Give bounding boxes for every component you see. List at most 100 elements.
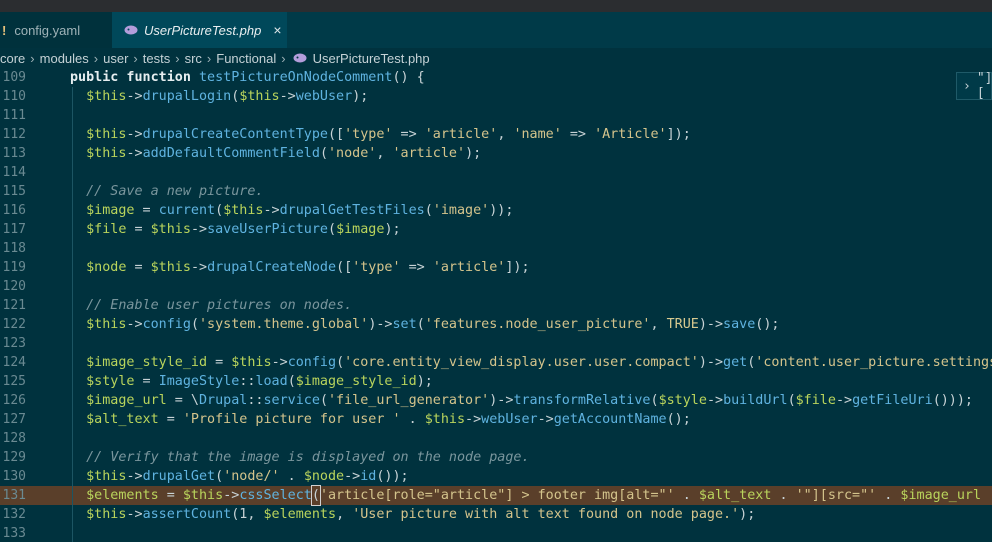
php-icon bbox=[124, 25, 138, 35]
code-line[interactable]: 125 $style = ImageStyle::load($image_sty… bbox=[0, 372, 992, 391]
line-number: 112 bbox=[2, 127, 26, 142]
code-line[interactable]: 119 $node = $this->drupalCreateNode(['ty… bbox=[0, 258, 992, 277]
breadcrumb-item[interactable]: src bbox=[185, 51, 202, 66]
code-line[interactable]: 124 $image_style_id = $this->config('cor… bbox=[0, 353, 992, 372]
line-number: 123 bbox=[2, 336, 26, 351]
code-line[interactable]: 123 bbox=[0, 334, 992, 353]
code-text: $this->drupalLogin($this->webUser); bbox=[86, 89, 369, 104]
code-text: $this->assertCount(1, $elements, 'User p… bbox=[86, 507, 756, 522]
code-text: // Enable user pictures on nodes. bbox=[70, 298, 353, 313]
code-line[interactable]: 114 bbox=[0, 163, 992, 182]
tab-bar: ! config.yaml UserPictureTest.php × bbox=[0, 12, 992, 48]
line-number: 125 bbox=[2, 374, 26, 389]
line-number: 120 bbox=[2, 279, 26, 294]
chevron-right-icon: › bbox=[206, 50, 212, 66]
code-line[interactable]: 115 // Save a new picture. bbox=[0, 182, 992, 201]
code-text: $image_url = \Drupal::service('file_url_… bbox=[86, 393, 973, 408]
code-text: $this->drupalCreateContentType(['type' =… bbox=[86, 127, 691, 142]
indent-guide bbox=[72, 429, 73, 448]
warning-icon: ! bbox=[2, 22, 7, 38]
code-line[interactable]: 130 $this->drupalGet('node/' . $node->id… bbox=[0, 467, 992, 486]
breadcrumb: core › modules › user › tests › src › Fu… bbox=[0, 48, 992, 68]
chevron-right-icon: › bbox=[175, 50, 180, 66]
code-line[interactable]: 109 public function testPictureOnNodeComm… bbox=[0, 68, 992, 87]
code-text: $this->addDefaultCommentField('node', 'a… bbox=[86, 146, 482, 161]
code-line[interactable]: 120 bbox=[0, 277, 992, 296]
code-text: $image = current($this->drupalGetTestFil… bbox=[86, 203, 514, 218]
code-line[interactable]: 121 // Enable user pictures on nodes. bbox=[0, 296, 992, 315]
close-icon[interactable]: × bbox=[273, 22, 281, 38]
code-text: $node = $this->drupalCreateNode(['type' … bbox=[86, 260, 530, 275]
indent-guide bbox=[72, 277, 73, 296]
line-number: 118 bbox=[2, 241, 26, 256]
breadcrumb-item[interactable]: user bbox=[103, 51, 128, 66]
line-number: 116 bbox=[2, 203, 26, 218]
indent-guide bbox=[72, 334, 73, 353]
code-line[interactable]: 129 // Verify that the image is displaye… bbox=[0, 448, 992, 467]
chevron-right-icon: › bbox=[281, 50, 286, 66]
code-line[interactable]: 133 bbox=[0, 524, 992, 542]
line-number: 124 bbox=[2, 355, 26, 370]
tab-config-yaml[interactable]: ! config.yaml bbox=[0, 12, 112, 48]
code-line[interactable]: 117 $file = $this->saveUserPicture($imag… bbox=[0, 220, 992, 239]
code-line[interactable]: 112 $this->drupalCreateContentType(['typ… bbox=[0, 125, 992, 144]
code-text: $file = $this->saveUserPicture($image); bbox=[86, 222, 401, 237]
tab-label: config.yaml bbox=[14, 22, 81, 38]
line-number: 122 bbox=[2, 317, 26, 332]
line-number: 131 bbox=[2, 488, 26, 503]
line-number: 128 bbox=[2, 431, 26, 446]
line-number: 114 bbox=[2, 165, 26, 180]
code-line[interactable]: 122 $this->config('system.theme.global')… bbox=[0, 315, 992, 334]
find-input[interactable]: "][ bbox=[977, 71, 992, 101]
code-line[interactable]: 110 $this->drupalLogin($this->webUser); bbox=[0, 87, 992, 106]
breadcrumb-item[interactable]: modules bbox=[40, 51, 89, 66]
code-text: $image_style_id = $this->config('core.en… bbox=[86, 355, 992, 370]
php-icon bbox=[293, 53, 307, 63]
line-number: 110 bbox=[2, 89, 26, 104]
indent-guide bbox=[72, 524, 73, 542]
line-number: 117 bbox=[2, 222, 26, 237]
line-number: 130 bbox=[2, 469, 26, 484]
code-line[interactable]: 128 bbox=[0, 429, 992, 448]
code-editor[interactable]: 109 public function testPictureOnNodeComm… bbox=[0, 68, 992, 542]
tab-userpicturetest-php[interactable]: UserPictureTest.php × bbox=[112, 12, 287, 48]
code-line[interactable]: 111 bbox=[0, 106, 992, 125]
code-line[interactable]: 113 $this->addDefaultCommentField('node'… bbox=[0, 144, 992, 163]
line-number: 133 bbox=[2, 526, 26, 541]
tab-label: UserPictureTest.php bbox=[144, 22, 262, 38]
line-number: 126 bbox=[2, 393, 26, 408]
code-line[interactable]: 116 $image = current($this->drupalGetTes… bbox=[0, 201, 992, 220]
breadcrumb-item[interactable]: core bbox=[0, 51, 25, 66]
code-line[interactable]: 118 bbox=[0, 239, 992, 258]
line-number: 113 bbox=[2, 146, 26, 161]
code-text: $elements = $this->cssSelect('article[ro… bbox=[86, 485, 992, 506]
breadcrumb-item[interactable]: tests bbox=[143, 51, 170, 66]
code-line[interactable]: 127 $alt_text = 'Profile picture for use… bbox=[0, 410, 992, 429]
code-text: // Verify that the image is displayed on… bbox=[70, 450, 530, 465]
code-text: public function testPictureOnNodeComment… bbox=[70, 70, 425, 85]
title-strip bbox=[0, 0, 992, 12]
code-text: $this->drupalGet('node/' . $node->id()); bbox=[86, 469, 409, 484]
code-text: $style = ImageStyle::load($image_style_i… bbox=[86, 374, 433, 389]
code-text: $this->config('system.theme.global')->se… bbox=[86, 317, 780, 332]
find-widget[interactable]: › "][ bbox=[956, 71, 992, 101]
line-number: 115 bbox=[2, 184, 26, 199]
chevron-right-icon[interactable]: › bbox=[963, 79, 971, 94]
indent-guide bbox=[72, 239, 73, 258]
line-number: 109 bbox=[2, 70, 26, 85]
code-line[interactable]: 126 $image_url = \Drupal::service('file_… bbox=[0, 391, 992, 410]
breadcrumb-item[interactable]: Functional bbox=[216, 51, 276, 66]
code-text: // Save a new picture. bbox=[70, 184, 264, 199]
line-number: 121 bbox=[2, 298, 26, 313]
chevron-right-icon: › bbox=[133, 50, 138, 66]
code-line[interactable]: 131 $elements = $this->cssSelect('articl… bbox=[0, 485, 992, 506]
code-line[interactable]: 132 $this->assertCount(1, $elements, 'Us… bbox=[0, 505, 992, 524]
line-number: 127 bbox=[2, 412, 26, 427]
line-number: 119 bbox=[2, 260, 26, 275]
chevron-right-icon: › bbox=[93, 50, 99, 66]
code-text: $alt_text = 'Profile picture for user ' … bbox=[86, 412, 691, 427]
breadcrumb-item[interactable]: UserPictureTest.php bbox=[313, 51, 430, 66]
line-number: 111 bbox=[2, 108, 26, 123]
line-number: 129 bbox=[2, 450, 26, 465]
indent-guide bbox=[72, 106, 73, 125]
